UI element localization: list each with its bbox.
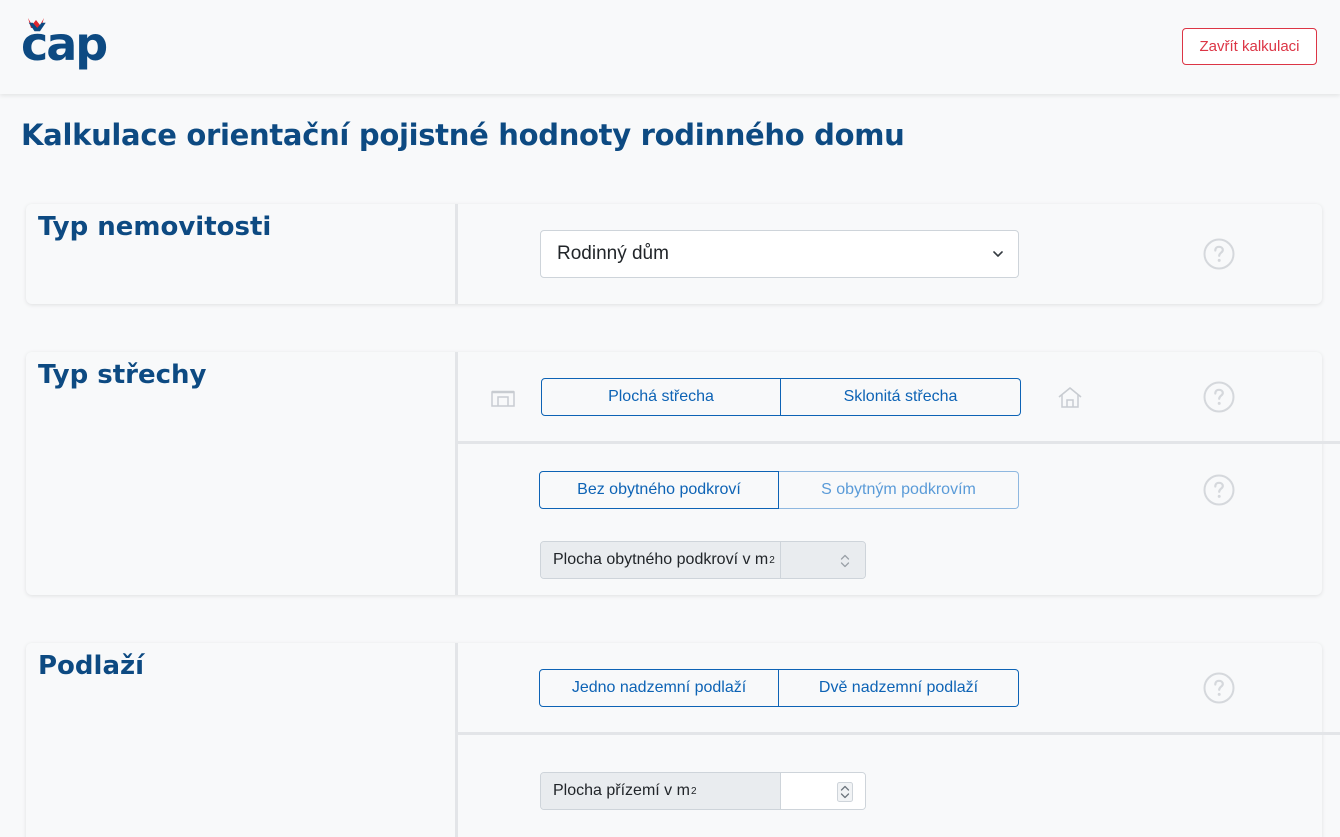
question-circle-icon[interactable]: [1203, 474, 1235, 506]
pitched-roof-house-icon: [1058, 387, 1082, 408]
roof-type-toggle: Plochá střecha Sklonitá střecha: [541, 378, 1021, 416]
floors-toggle: Jedno nadzemní podlaží Dvě nadzemní podl…: [539, 669, 1019, 707]
question-circle-icon[interactable]: [1203, 238, 1235, 270]
floors-card: Podlaží Jedno nadzemní podlaží Dvě nadze…: [26, 643, 1340, 837]
property-type-card: Typ nemovitosti Rodinný dům: [26, 204, 1322, 304]
close-calculation-button[interactable]: Zavřít kalkulaci: [1182, 28, 1317, 65]
ground-area-input[interactable]: [781, 773, 865, 809]
logo-text: čap: [21, 17, 108, 71]
property-type-select[interactable]: Rodinný dům: [540, 230, 1019, 278]
roof-type-card: Typ střechy Plochá střecha Sklonitá stře…: [26, 352, 1340, 595]
attic-area-label: Plocha obytného podkroví v m2: [541, 542, 781, 578]
row-separator: [458, 732, 1340, 735]
card-divider: [455, 643, 458, 837]
attic-toggle: Bez obytného podkroví S obytným podkroví…: [539, 471, 1019, 509]
ground-area-unit-sup: 2: [690, 785, 697, 797]
attic-area-input[interactable]: [781, 542, 865, 578]
roof-type-title: Typ střechy: [38, 360, 207, 390]
ground-area-label-text: Plocha přízemí v m: [553, 782, 690, 799]
cap-logo[interactable]: čap: [21, 16, 123, 74]
chevron-down-icon: [993, 251, 1003, 257]
two-floors-button[interactable]: Dvě nadzemní podlaží: [779, 669, 1019, 707]
one-floor-button[interactable]: Jedno nadzemní podlaží: [539, 669, 779, 707]
card-divider: [455, 204, 458, 304]
app-header: čap Zavřít kalkulaci: [0, 0, 1340, 94]
row-separator: [458, 441, 1340, 444]
attic-area-group: Plocha obytného podkroví v m2: [540, 541, 866, 579]
with-attic-button[interactable]: S obytným podkrovím: [779, 471, 1019, 509]
page-title: Kalkulace orientační pojistné hodnoty ro…: [21, 118, 905, 152]
question-circle-icon[interactable]: [1203, 672, 1235, 704]
pitched-roof-button[interactable]: Sklonitá střecha: [781, 378, 1021, 416]
spinner-arrows-icon[interactable]: [837, 782, 853, 802]
attic-area-label-text: Plocha obytného podkroví v m: [553, 551, 769, 568]
question-circle-icon[interactable]: [1203, 381, 1235, 413]
property-type-select-value: Rodinný dům: [557, 243, 669, 264]
flat-roof-button[interactable]: Plochá střecha: [541, 378, 781, 416]
no-attic-button[interactable]: Bez obytného podkroví: [539, 471, 779, 509]
floors-title: Podlaží: [38, 651, 145, 681]
property-type-title: Typ nemovitosti: [38, 212, 272, 242]
flat-roof-house-icon: [491, 390, 515, 407]
attic-area-unit-sup: 2: [769, 554, 775, 566]
ground-area-label: Plocha přízemí v m2: [541, 773, 781, 809]
ground-area-group: Plocha přízemí v m2: [540, 772, 866, 810]
spinner-arrows-icon[interactable]: [837, 551, 853, 571]
card-divider: [455, 352, 458, 595]
